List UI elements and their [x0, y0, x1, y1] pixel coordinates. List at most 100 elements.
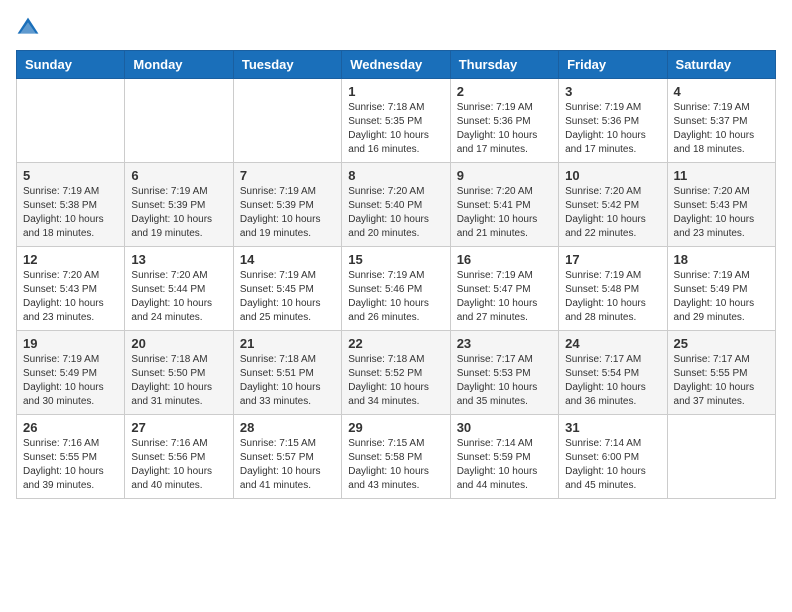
calendar-cell: 25 Sunrise: 7:17 AM Sunset: 5:55 PM Dayli… — [667, 331, 775, 415]
calendar-cell: 26 Sunrise: 7:16 AM Sunset: 5:55 PM Dayli… — [17, 415, 125, 499]
day-info: Sunrise: 7:19 AM Sunset: 5:38 PM Dayligh… — [23, 185, 118, 241]
calendar-cell — [125, 79, 233, 163]
day-info: Sunrise: 7:19 AM Sunset: 5:39 PM Dayligh… — [240, 185, 335, 241]
day-number: 7 — [240, 168, 335, 183]
calendar-cell: 18Sunrise: 7:19 AM Sunset: 5:49 PM Dayli… — [667, 247, 775, 331]
week-row-1: 1 Sunrise: 7:18 AM Sunset: 5:35 PM Daylig… — [17, 79, 776, 163]
day-info: Sunrise: 7:17 AM Sunset: 5:53 PM Dayligh… — [457, 353, 552, 409]
calendar-cell: 23 Sunrise: 7:17 AM Sunset: 5:53 PM Dayli… — [450, 331, 558, 415]
day-info: Sunrise: 7:18 AM Sunset: 5:35 PM Dayligh… — [348, 101, 443, 157]
day-number: 23 — [457, 336, 552, 351]
calendar-cell: 13 Sunrise: 7:20 AM Sunset: 5:44 PM Dayli… — [125, 247, 233, 331]
calendar-cell: 5Sunrise: 7:19 AM Sunset: 5:38 PM Daylig… — [17, 163, 125, 247]
day-info: Sunrise: 7:14 AM Sunset: 6:00 PM Dayligh… — [565, 437, 660, 493]
day-info: Sunrise: 7:20 AM Sunset: 5:42 PM Dayligh… — [565, 185, 660, 241]
weekday-sunday: Sunday — [17, 51, 125, 79]
day-number: 12 — [23, 252, 118, 267]
day-info: Sunrise: 7:16 AM Sunset: 5:55 PM Dayligh… — [23, 437, 118, 493]
calendar-cell: 2 Sunrise: 7:19 AM Sunset: 5:36 PM Daylig… — [450, 79, 558, 163]
weekday-tuesday: Tuesday — [233, 51, 341, 79]
day-info: Sunrise: 7:19 AM Sunset: 5:45 PM Dayligh… — [240, 269, 335, 325]
day-info: Sunrise: 7:19 AM Sunset: 5:46 PM Dayligh… — [348, 269, 443, 325]
day-number: 16 — [457, 252, 552, 267]
day-number: 24 — [565, 336, 660, 351]
day-number: 6 — [131, 168, 226, 183]
calendar-cell: 27 Sunrise: 7:16 AM Sunset: 5:56 PM Dayli… — [125, 415, 233, 499]
calendar-cell: 12 Sunrise: 7:20 AM Sunset: 5:43 PM Dayli… — [17, 247, 125, 331]
day-info: Sunrise: 7:18 AM Sunset: 5:52 PM Dayligh… — [348, 353, 443, 409]
calendar-cell: 4 Sunrise: 7:19 AM Sunset: 5:37 PM Daylig… — [667, 79, 775, 163]
week-row-5: 26 Sunrise: 7:16 AM Sunset: 5:55 PM Dayli… — [17, 415, 776, 499]
day-number: 13 — [131, 252, 226, 267]
day-info: Sunrise: 7:19 AM Sunset: 5:49 PM Dayligh… — [23, 353, 118, 409]
day-number: 2 — [457, 84, 552, 99]
day-info: Sunrise: 7:19 AM Sunset: 5:36 PM Dayligh… — [565, 101, 660, 157]
calendar-cell: 20 Sunrise: 7:18 AM Sunset: 5:50 PM Dayli… — [125, 331, 233, 415]
calendar-cell: 24 Sunrise: 7:17 AM Sunset: 5:54 PM Dayli… — [559, 331, 667, 415]
day-number: 22 — [348, 336, 443, 351]
day-number: 20 — [131, 336, 226, 351]
day-info: Sunrise: 7:19 AM Sunset: 5:47 PM Dayligh… — [457, 269, 552, 325]
day-number: 1 — [348, 84, 443, 99]
weekday-friday: Friday — [559, 51, 667, 79]
week-row-3: 12 Sunrise: 7:20 AM Sunset: 5:43 PM Dayli… — [17, 247, 776, 331]
day-info: Sunrise: 7:19 AM Sunset: 5:37 PM Dayligh… — [674, 101, 769, 157]
calendar-cell: 1 Sunrise: 7:18 AM Sunset: 5:35 PM Daylig… — [342, 79, 450, 163]
calendar-cell: 17Sunrise: 7:19 AM Sunset: 5:48 PM Dayli… — [559, 247, 667, 331]
calendar-cell: 6 Sunrise: 7:19 AM Sunset: 5:39 PM Daylig… — [125, 163, 233, 247]
day-info: Sunrise: 7:19 AM Sunset: 5:49 PM Dayligh… — [674, 269, 769, 325]
day-number: 25 — [674, 336, 769, 351]
weekday-wednesday: Wednesday — [342, 51, 450, 79]
day-info: Sunrise: 7:18 AM Sunset: 5:50 PM Dayligh… — [131, 353, 226, 409]
calendar-cell: 16 Sunrise: 7:19 AM Sunset: 5:47 PM Dayli… — [450, 247, 558, 331]
calendar-cell: 10 Sunrise: 7:20 AM Sunset: 5:42 PM Dayli… — [559, 163, 667, 247]
day-info: Sunrise: 7:19 AM Sunset: 5:36 PM Dayligh… — [457, 101, 552, 157]
calendar-cell: 7 Sunrise: 7:19 AM Sunset: 5:39 PM Daylig… — [233, 163, 341, 247]
calendar-cell: 29Sunrise: 7:15 AM Sunset: 5:58 PM Dayli… — [342, 415, 450, 499]
day-info: Sunrise: 7:17 AM Sunset: 5:54 PM Dayligh… — [565, 353, 660, 409]
week-row-4: 19 Sunrise: 7:19 AM Sunset: 5:49 PM Dayli… — [17, 331, 776, 415]
calendar-cell: 11Sunrise: 7:20 AM Sunset: 5:43 PM Dayli… — [667, 163, 775, 247]
calendar-cell: 22 Sunrise: 7:18 AM Sunset: 5:52 PM Dayli… — [342, 331, 450, 415]
day-number: 19 — [23, 336, 118, 351]
day-info: Sunrise: 7:20 AM Sunset: 5:44 PM Dayligh… — [131, 269, 226, 325]
day-info: Sunrise: 7:20 AM Sunset: 5:43 PM Dayligh… — [23, 269, 118, 325]
day-number: 10 — [565, 168, 660, 183]
logo-icon — [16, 16, 40, 40]
calendar-cell: 30Sunrise: 7:14 AM Sunset: 5:59 PM Dayli… — [450, 415, 558, 499]
weekday-monday: Monday — [125, 51, 233, 79]
calendar-cell — [17, 79, 125, 163]
weekday-thursday: Thursday — [450, 51, 558, 79]
day-info: Sunrise: 7:19 AM Sunset: 5:48 PM Dayligh… — [565, 269, 660, 325]
calendar-cell: 19 Sunrise: 7:19 AM Sunset: 5:49 PM Dayli… — [17, 331, 125, 415]
weekday-saturday: Saturday — [667, 51, 775, 79]
day-number: 30 — [457, 420, 552, 435]
day-info: Sunrise: 7:19 AM Sunset: 5:39 PM Dayligh… — [131, 185, 226, 241]
day-info: Sunrise: 7:15 AM Sunset: 5:57 PM Dayligh… — [240, 437, 335, 493]
day-number: 27 — [131, 420, 226, 435]
calendar-cell: 3 Sunrise: 7:19 AM Sunset: 5:36 PM Daylig… — [559, 79, 667, 163]
day-number: 4 — [674, 84, 769, 99]
day-number: 15 — [348, 252, 443, 267]
calendar-cell: 8 Sunrise: 7:20 AM Sunset: 5:40 PM Daylig… — [342, 163, 450, 247]
day-number: 9 — [457, 168, 552, 183]
week-row-2: 5Sunrise: 7:19 AM Sunset: 5:38 PM Daylig… — [17, 163, 776, 247]
calendar-table: SundayMondayTuesdayWednesdayThursdayFrid… — [16, 50, 776, 499]
calendar-cell — [667, 415, 775, 499]
day-number: 11 — [674, 168, 769, 183]
weekday-header-row: SundayMondayTuesdayWednesdayThursdayFrid… — [17, 51, 776, 79]
day-number: 14 — [240, 252, 335, 267]
calendar-cell: 15 Sunrise: 7:19 AM Sunset: 5:46 PM Dayli… — [342, 247, 450, 331]
calendar-cell — [233, 79, 341, 163]
day-info: Sunrise: 7:20 AM Sunset: 5:41 PM Dayligh… — [457, 185, 552, 241]
day-number: 26 — [23, 420, 118, 435]
day-info: Sunrise: 7:16 AM Sunset: 5:56 PM Dayligh… — [131, 437, 226, 493]
day-number: 8 — [348, 168, 443, 183]
logo — [16, 16, 44, 40]
day-info: Sunrise: 7:17 AM Sunset: 5:55 PM Dayligh… — [674, 353, 769, 409]
day-number: 28 — [240, 420, 335, 435]
day-info: Sunrise: 7:20 AM Sunset: 5:40 PM Dayligh… — [348, 185, 443, 241]
calendar-cell: 21Sunrise: 7:18 AM Sunset: 5:51 PM Dayli… — [233, 331, 341, 415]
day-number: 21 — [240, 336, 335, 351]
day-number: 3 — [565, 84, 660, 99]
